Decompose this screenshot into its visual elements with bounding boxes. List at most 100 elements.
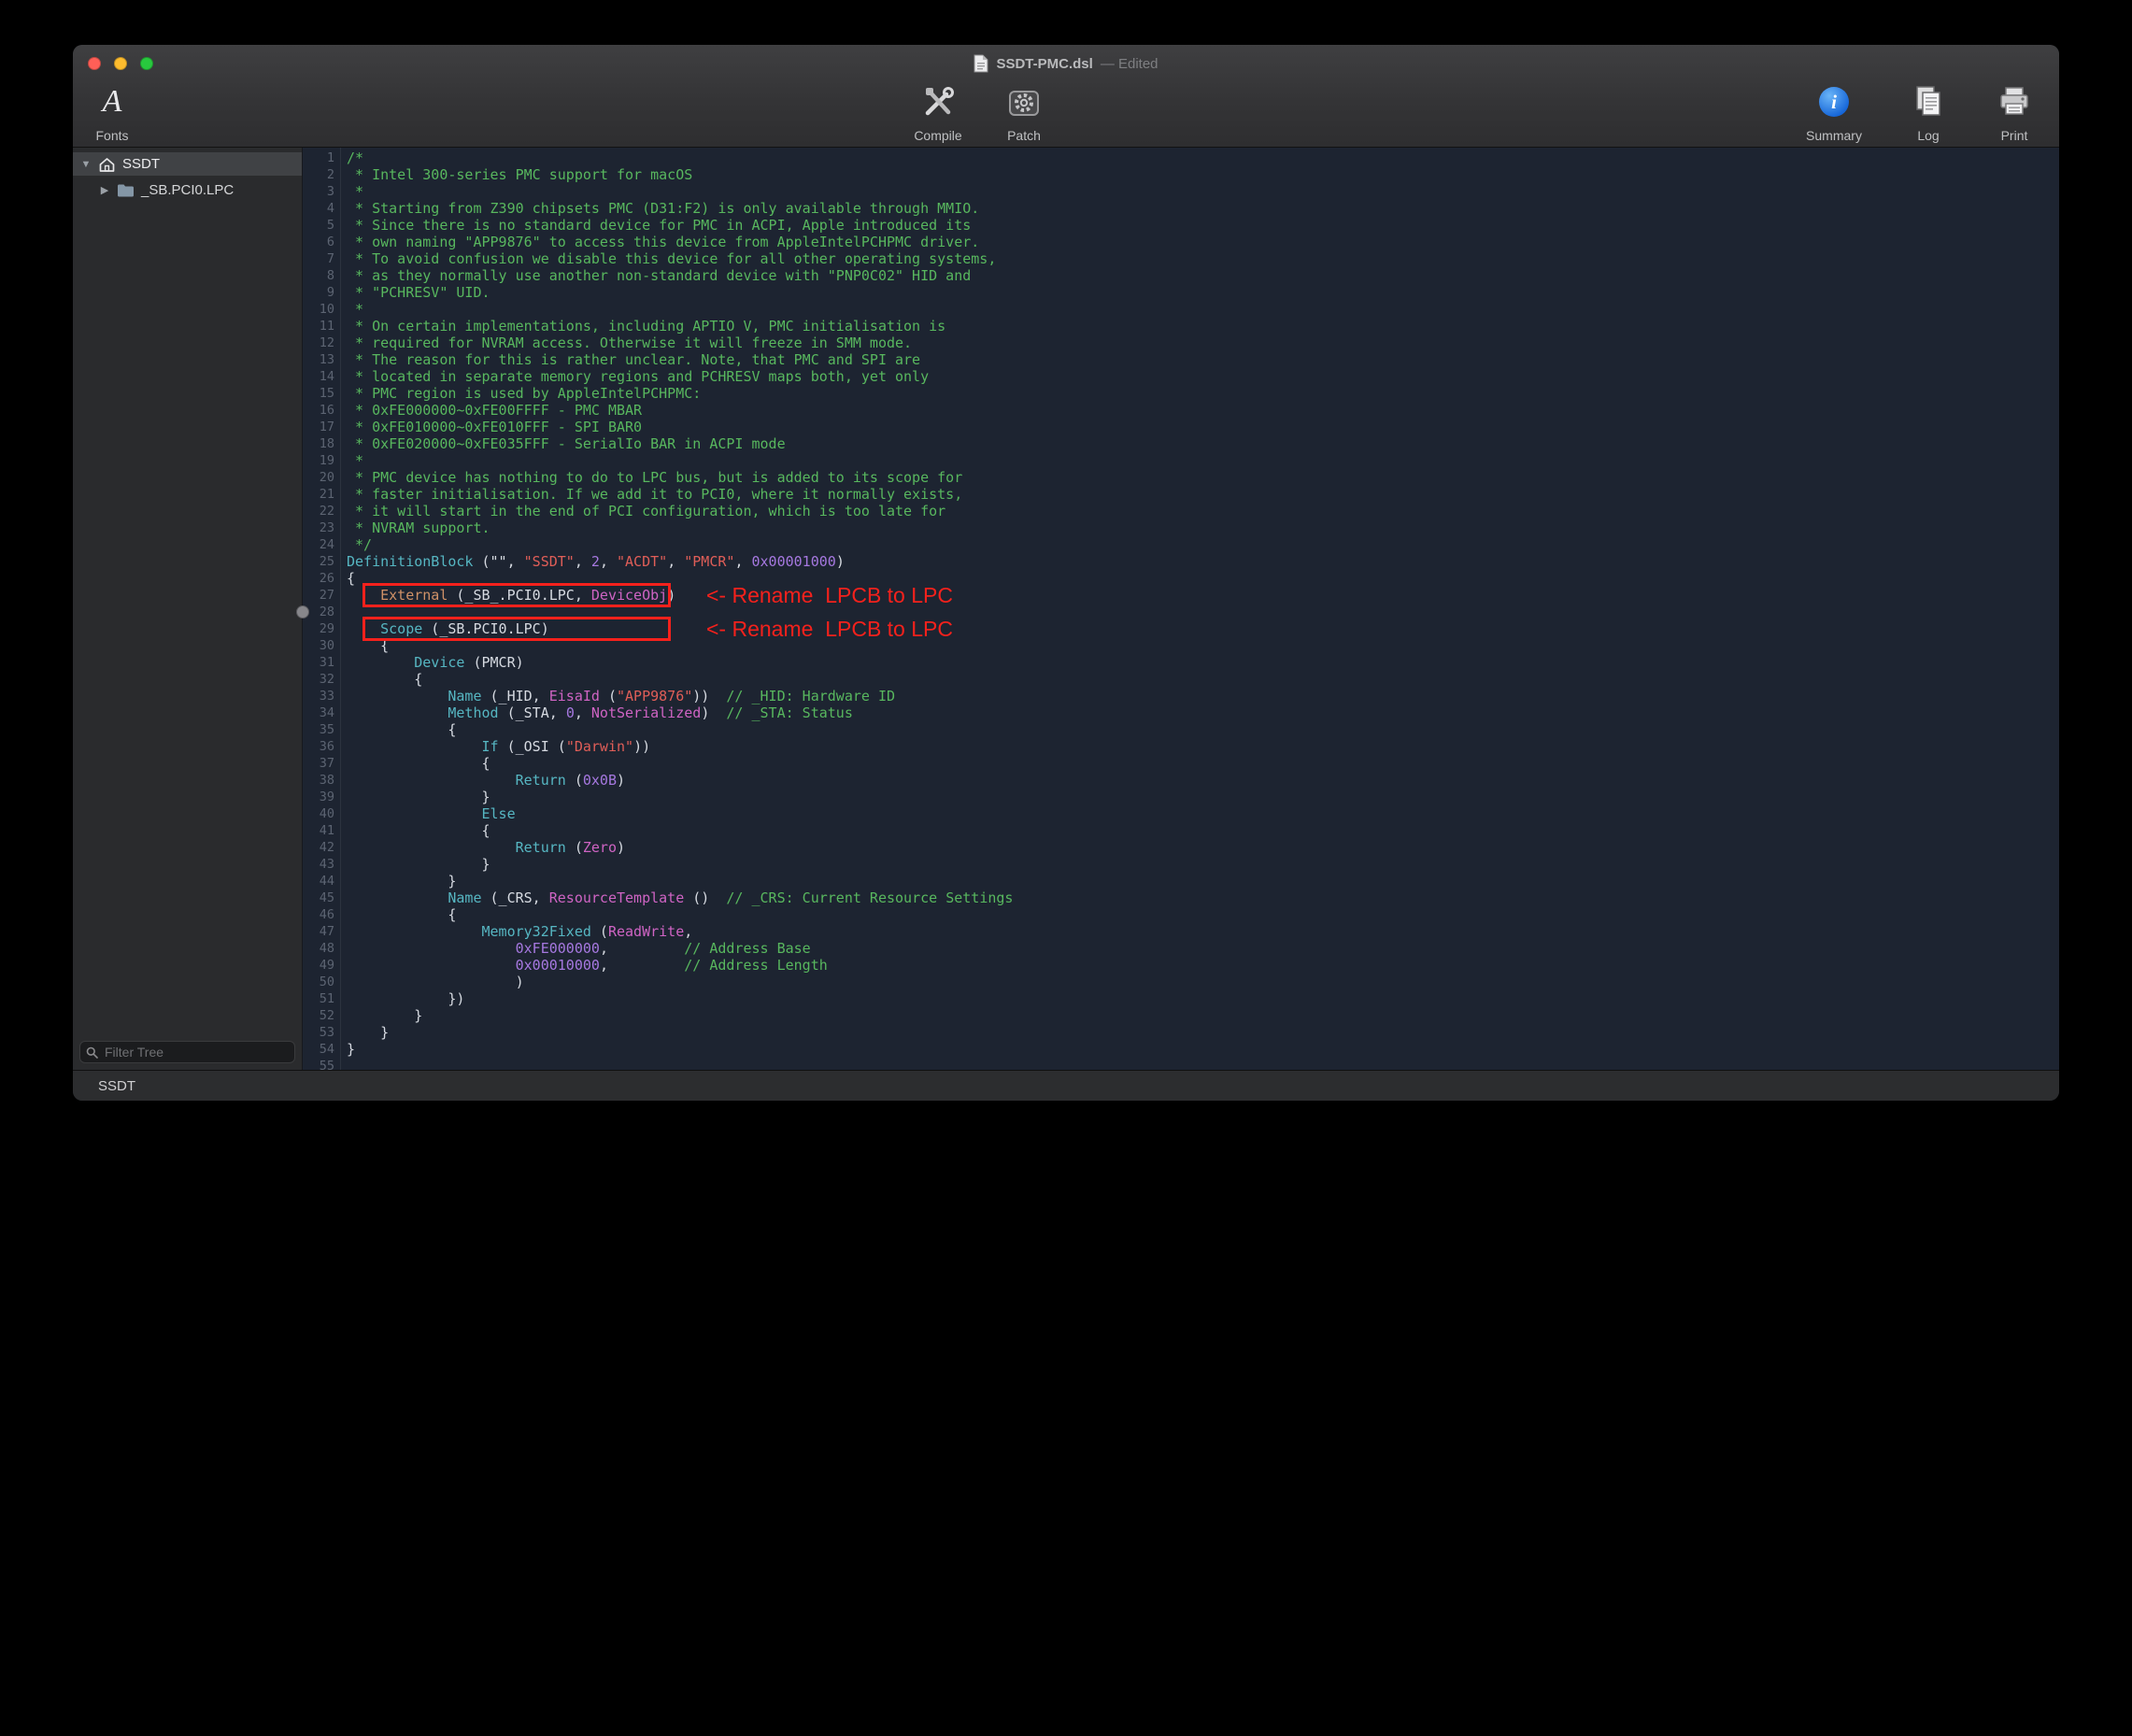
code-line: * — [347, 183, 2059, 200]
code-line: { — [347, 822, 2059, 839]
line-number: 50 — [303, 974, 334, 990]
line-number: 17 — [303, 419, 334, 435]
line-number: 31 — [303, 654, 334, 671]
toolbar-label: Patch — [1007, 129, 1041, 144]
code-line: * 0xFE000000~0xFE00FFFF - PMC MBAR — [347, 402, 2059, 419]
code-line: } — [347, 1041, 2059, 1058]
line-number: 7 — [303, 250, 334, 267]
line-number: 36 — [303, 738, 334, 755]
title-row: SSDT-PMC.dsl — Edited — [73, 45, 2059, 82]
line-number: 5 — [303, 217, 334, 234]
log-button[interactable]: Log — [1902, 80, 1954, 144]
sidebar-item-label: _SB.PCI0.LPC — [141, 182, 234, 198]
code-line: * NVRAM support. — [347, 519, 2059, 536]
status-path: SSDT — [98, 1078, 135, 1094]
line-number: 46 — [303, 906, 334, 923]
fonts-icon: A — [103, 80, 122, 123]
line-number: 16 — [303, 402, 334, 419]
code-line: * required for NVRAM access. Otherwise i… — [347, 334, 2059, 351]
line-number: 11 — [303, 318, 334, 334]
line-number: 8 — [303, 267, 334, 284]
line-number: 22 — [303, 503, 334, 519]
code-line: /* — [347, 149, 2059, 166]
fonts-button[interactable]: A Fonts — [78, 80, 146, 144]
print-button[interactable]: Print — [1986, 80, 2042, 144]
line-number: 20 — [303, 469, 334, 486]
line-number: 45 — [303, 889, 334, 906]
code-line: * 0xFE020000~0xFE035FFF - SerialIo BAR i… — [347, 435, 2059, 452]
line-number: 1 — [303, 149, 334, 166]
main-area: ▼ SSDT ▶ _SB.PCI0.LPC — [73, 148, 2059, 1071]
folder-icon — [117, 183, 135, 197]
line-number: 23 — [303, 519, 334, 536]
code-line: * it will start in the end of PCI config… — [347, 503, 2059, 519]
code-line: { — [347, 906, 2059, 923]
toolbar-label: Print — [2001, 129, 2028, 144]
line-number: 30 — [303, 637, 334, 654]
sidebar-item-ssdt[interactable]: ▼ SSDT — [73, 152, 302, 176]
code-line: Method (_STA, 0, NotSerialized) // _STA:… — [347, 704, 2059, 721]
code-line: 0xFE000000, // Address Base — [347, 940, 2059, 957]
line-number: 52 — [303, 1007, 334, 1024]
code-line: } — [347, 856, 2059, 873]
code-line: Return (0x0B) — [347, 772, 2059, 789]
code-line: } — [347, 789, 2059, 805]
status-bar: SSDT — [73, 1070, 2059, 1101]
code-line: } — [347, 1007, 2059, 1024]
code-line: * located in separate memory regions and… — [347, 368, 2059, 385]
summary-button[interactable]: i Summary — [1798, 80, 1870, 144]
code-line: * Since there is no standard device for … — [347, 217, 2059, 234]
code-line: Device (PMCR) — [347, 654, 2059, 671]
compile-tools-icon — [919, 80, 957, 123]
code-line: }) — [347, 990, 2059, 1007]
sidebar-item-sb-pci0-lpc[interactable]: ▶ _SB.PCI0.LPC — [73, 178, 302, 202]
code-editor[interactable]: /* * Intel 300-series PMC support for ma… — [341, 148, 2059, 1071]
line-number: 37 — [303, 755, 334, 772]
code-line: * PMC region is used by AppleIntelPCHPMC… — [347, 385, 2059, 402]
code-line: * PMC device has nothing to do to LPC bu… — [347, 469, 2059, 486]
code-line: DefinitionBlock ("", "SSDT", 2, "ACDT", … — [347, 553, 2059, 570]
code-line — [347, 1058, 2059, 1071]
code-line: Return (Zero) — [347, 839, 2059, 856]
line-number: 33 — [303, 688, 334, 704]
line-number: 24 — [303, 536, 334, 553]
code-line: * — [347, 452, 2059, 469]
home-icon — [98, 156, 116, 173]
line-number: 53 — [303, 1024, 334, 1041]
disclosure-down-icon[interactable]: ▼ — [80, 159, 92, 170]
app-window: SSDT-PMC.dsl — Edited A Fonts Compile — [73, 45, 2059, 1101]
code-line: If (_OSI ("Darwin")) — [347, 738, 2059, 755]
code-line: 0x00010000, // Address Length — [347, 957, 2059, 974]
line-number: 32 — [303, 671, 334, 688]
line-number: 48 — [303, 940, 334, 957]
line-number: 54 — [303, 1041, 334, 1058]
code-line: */ — [347, 536, 2059, 553]
code-line: * faster initialisation. If we add it to… — [347, 486, 2059, 503]
filter-field — [79, 1041, 295, 1063]
line-number: 51 — [303, 990, 334, 1007]
code-line: Name (_HID, EisaId ("APP9876")) // _HID:… — [347, 688, 2059, 704]
code-line: * Intel 300-series PMC support for macOS — [347, 166, 2059, 183]
line-number: 27 — [303, 587, 334, 604]
code-line: { — [347, 570, 2059, 587]
patch-gear-icon — [1005, 80, 1043, 123]
patch-button[interactable]: Patch — [987, 80, 1061, 144]
line-number: 6 — [303, 234, 334, 250]
toolbar-label: Fonts — [95, 129, 128, 144]
toolbar-label: Log — [1917, 129, 1939, 144]
editor: 1234567891011121314151617181920212223242… — [303, 148, 2059, 1071]
document-icon — [974, 54, 988, 73]
disclosure-right-icon[interactable]: ▶ — [99, 184, 110, 196]
line-number: 15 — [303, 385, 334, 402]
line-number: 47 — [303, 923, 334, 940]
log-pages-icon — [1910, 80, 1947, 123]
toolbar-label: Compile — [914, 129, 961, 144]
code-line: { — [347, 721, 2059, 738]
search-icon — [86, 1046, 98, 1059]
code-line: Name (_CRS, ResourceTemplate () // _CRS:… — [347, 889, 2059, 906]
window-edited-label: — Edited — [1101, 56, 1158, 72]
compile-button[interactable]: Compile — [895, 80, 981, 144]
code-line: * 0xFE010000~0xFE010FFF - SPI BAR0 — [347, 419, 2059, 435]
sidebar: ▼ SSDT ▶ _SB.PCI0.LPC — [73, 148, 303, 1071]
filter-input[interactable] — [103, 1044, 289, 1060]
